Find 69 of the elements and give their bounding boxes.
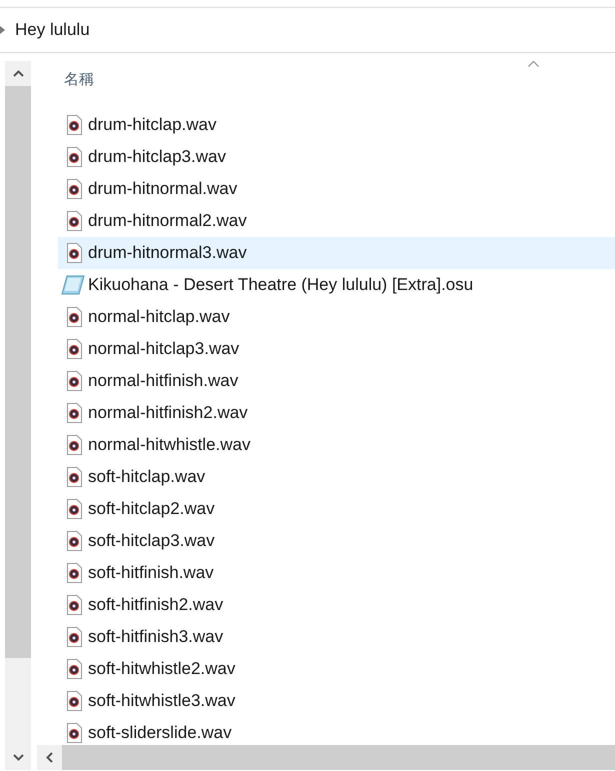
file-name: soft-hitfinish2.wav [88,594,224,616]
vertical-scrollbar[interactable] [5,61,31,770]
file-row[interactable]: soft-hitwhistle2.wav [58,653,615,685]
file-row[interactable]: soft-hitfinish3.wav [58,621,615,653]
audio-file-icon [66,211,82,231]
file-name: soft-hitwhistle3.wav [88,690,236,712]
file-row[interactable]: normal-hitclap.wav [58,301,615,333]
folder-name: Hey lululu [15,19,90,42]
audio-file-icon [66,403,82,423]
file-name: soft-sliderslide.wav [88,722,232,744]
file-name: drum-hitnormal.wav [88,178,238,200]
file-name: normal-hitfinish.wav [88,370,238,392]
file-name: normal-hitwhistle.wav [88,434,250,456]
file-row[interactable]: drum-hitclap3.wav [58,141,615,173]
file-row[interactable]: soft-hitfinish2.wav [58,589,615,621]
audio-file-icon [66,691,82,711]
audio-file-icon [66,499,82,519]
file-name: normal-hitclap.wav [88,306,230,328]
audio-file-icon [66,371,82,391]
file-row[interactable]: soft-sliderslide.wav [58,717,615,749]
audio-file-icon [66,435,82,455]
audio-file-icon [66,243,82,263]
audio-file-icon [66,467,82,487]
file-row[interactable]: soft-hitclap.wav [58,461,615,493]
file-row[interactable]: soft-hitfinish.wav [58,557,615,589]
audio-file-icon [66,595,82,615]
file-row[interactable]: drum-hitnormal3.wav [58,237,615,269]
file-row[interactable]: drum-hitnormal2.wav [58,205,615,237]
file-row[interactable]: soft-hitclap2.wav [58,493,615,525]
file-row[interactable]: drum-hitclap.wav [58,109,615,141]
file-row[interactable]: normal-hitfinish2.wav [58,397,615,429]
expand-arrow-icon[interactable] [0,26,5,34]
audio-file-icon [66,115,82,135]
file-name: normal-hitfinish2.wav [88,402,248,424]
chevron-up-icon [12,70,24,77]
audio-file-icon [66,563,82,583]
file-row[interactable]: Kikuohana - Desert Theatre (Hey lululu) [Extra].osu [58,269,615,301]
file-name: soft-hitwhistle2.wav [88,658,236,680]
file-name: soft-hitfinish3.wav [88,626,224,648]
file-row[interactable]: soft-hitclap3.wav [58,525,615,557]
audio-file-icon [66,531,82,551]
audio-file-icon [66,659,82,679]
audio-file-icon [66,339,82,359]
file-name: drum-hitclap3.wav [88,146,226,168]
file-name: Kikuohana - Desert Theatre (Hey lululu) [Extra].osu [88,274,474,296]
chevron-left-icon [46,752,53,763]
file-name: normal-hitclap3.wav [88,338,240,360]
file-row[interactable]: soft-hitwhistle3.wav [58,685,615,717]
file-row[interactable]: normal-hitfinish.wav [58,365,615,397]
file-name: soft-hitclap3.wav [88,530,215,552]
file-row[interactable]: drum-hitnormal.wav [58,173,615,205]
file-name: soft-hitclap.wav [88,466,206,488]
file-name: drum-hitnormal2.wav [88,210,247,232]
scroll-thumb[interactable] [5,86,31,658]
file-name: soft-hitfinish.wav [88,562,214,584]
file-name: drum-hitnormal3.wav [88,242,247,264]
file-row[interactable]: normal-hitclap3.wav [58,333,615,365]
chevron-down-icon [12,754,24,761]
notepad-file-icon [61,275,85,295]
name-column-header[interactable]: 名稱 [64,69,94,92]
file-name: soft-hitclap2.wav [88,498,215,520]
file-row[interactable]: normal-hitwhistle.wav [58,429,615,461]
audio-file-icon [66,179,82,199]
sort-ascending-icon[interactable] [528,61,539,67]
audio-file-icon [66,147,82,167]
file-name: drum-hitclap.wav [88,114,216,136]
audio-file-icon [66,627,82,647]
audio-file-icon [66,307,82,327]
audio-file-icon [66,723,82,743]
